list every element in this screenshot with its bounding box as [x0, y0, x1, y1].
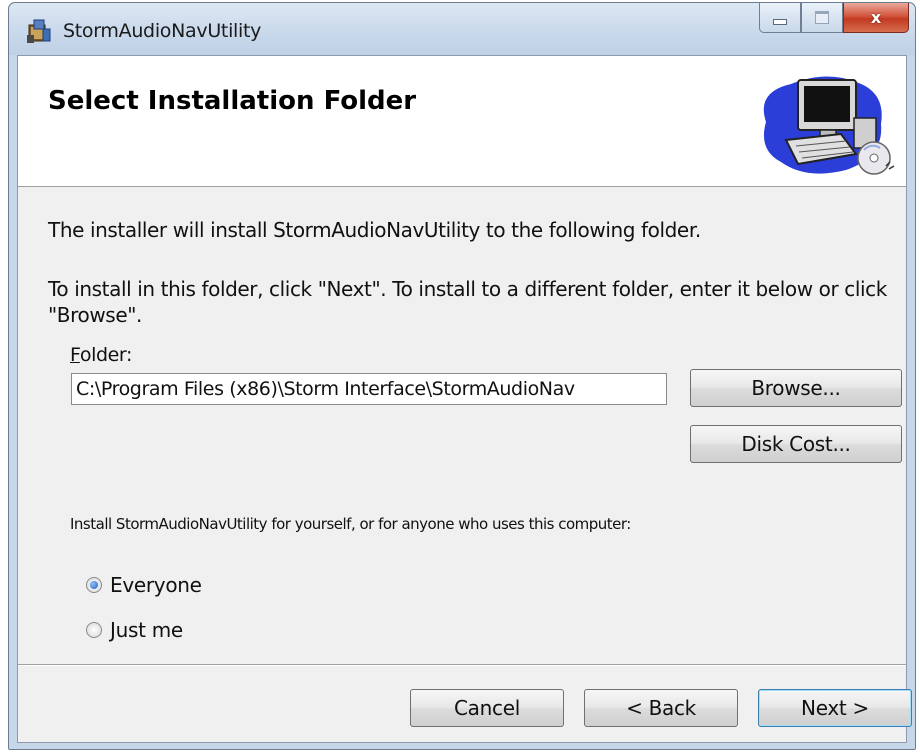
instructions-text: To install in this folder, click "Next".… — [48, 277, 887, 327]
window-title: StormAudioNavUtility — [63, 20, 262, 42]
maximize-icon — [815, 11, 829, 24]
intro-text: The installer will install StormAudioNav… — [48, 218, 701, 242]
installer-package-icon — [27, 19, 51, 43]
cancel-button[interactable]: Cancel — [410, 689, 564, 727]
minimize-button[interactable] — [759, 3, 801, 33]
back-button[interactable]: < Back — [584, 689, 738, 727]
folder-label-accelerator: F — [70, 344, 80, 366]
title-bar[interactable]: StormAudioNavUtility x — [9, 3, 915, 55]
disk-cost-button[interactable]: Disk Cost... — [690, 425, 902, 463]
header-banner: Select Installation Folder — [18, 56, 906, 187]
footer-separator — [18, 664, 906, 666]
installer-window: StormAudioNavUtility x Select Installati… — [8, 2, 916, 750]
radio-just-me-label: Just me — [110, 618, 183, 642]
browse-button[interactable]: Browse... — [690, 369, 902, 407]
next-button[interactable]: Next > — [758, 689, 912, 727]
computer-with-cd-icon — [763, 76, 895, 175]
install-scope-text: Install StormAudioNavUtility for yoursel… — [70, 515, 631, 533]
folder-label-text: older: — [79, 344, 133, 366]
dialog-client-area: Select Installation Folder The installer… — [17, 55, 912, 743]
folder-label: Folder: — [70, 344, 132, 366]
caption-buttons: x — [759, 3, 909, 37]
radio-button-unchecked[interactable] — [86, 622, 102, 638]
radio-just-me[interactable]: Just me — [86, 618, 183, 642]
minimize-icon — [773, 18, 787, 25]
close-button[interactable]: x — [843, 3, 909, 33]
radio-everyone-label: Everyone — [110, 573, 202, 597]
page-title: Select Installation Folder — [48, 86, 417, 116]
radio-button-checked[interactable] — [86, 577, 102, 593]
radio-everyone[interactable]: Everyone — [86, 573, 202, 597]
folder-path-input[interactable] — [71, 373, 667, 405]
maximize-button[interactable] — [801, 3, 843, 33]
close-icon: x — [870, 8, 882, 27]
